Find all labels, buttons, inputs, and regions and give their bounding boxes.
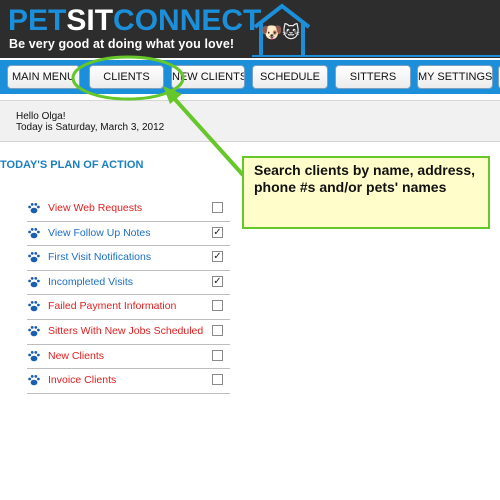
dog-cat-icon: 🐶🐱 bbox=[261, 23, 300, 42]
plan-item-checkbox[interactable]: ✓ bbox=[212, 251, 223, 263]
plan-title: TODAY'S PLAN OF ACTION bbox=[0, 159, 144, 171]
plan-item-link[interactable]: Incompleted Visits bbox=[48, 276, 133, 288]
plan-row[interactable]: New Clients bbox=[27, 345, 230, 370]
plan-item-checkbox[interactable] bbox=[212, 202, 223, 213]
paw-icon bbox=[28, 326, 40, 337]
plan-row[interactable]: View Web Requests bbox=[27, 197, 230, 222]
callout-box: Search clients by name, address, phone #… bbox=[242, 156, 490, 229]
plan-item-checkbox[interactable] bbox=[212, 325, 223, 336]
plan-item-link[interactable]: New Clients bbox=[48, 350, 104, 362]
plan-row[interactable]: Invoice Clients bbox=[27, 369, 230, 394]
plan-item-link[interactable]: View Follow Up Notes bbox=[48, 227, 151, 239]
plan-item-checkbox[interactable] bbox=[212, 374, 223, 386]
callout-text: Search clients by name, address, phone #… bbox=[254, 162, 475, 195]
tagline: Be very good at doing what you love! bbox=[9, 37, 235, 51]
logo-pet: PET bbox=[8, 4, 67, 37]
app-header: PETSITCONNECT Be very good at doing what… bbox=[0, 0, 500, 58]
paw-icon bbox=[28, 252, 40, 263]
plan-item-link[interactable]: Failed Payment Information bbox=[48, 300, 176, 312]
plan-item-checkbox[interactable] bbox=[212, 349, 223, 361]
nav-my-settings[interactable]: MY SETTINGS bbox=[417, 65, 493, 89]
nav-new-clients[interactable]: NEW CLIENTS bbox=[171, 65, 245, 89]
plan-row[interactable]: View Follow Up Notes ✓ bbox=[27, 222, 230, 247]
plan-row[interactable]: Failed Payment Information bbox=[27, 295, 230, 320]
nav-sitters[interactable]: SITTERS bbox=[335, 65, 411, 89]
logo[interactable]: PETSITCONNECT bbox=[8, 4, 261, 38]
paw-icon bbox=[28, 227, 40, 238]
paw-icon bbox=[28, 203, 40, 214]
plan-item-checkbox[interactable]: ✓ bbox=[212, 226, 223, 238]
plan-item-checkbox[interactable]: ✓ bbox=[212, 275, 223, 287]
logo-sit: SIT bbox=[66, 4, 114, 37]
greeting-hello: Hello Olga! bbox=[16, 111, 66, 122]
nav-main-menu[interactable]: MAIN MENU bbox=[7, 65, 80, 89]
greeting-date: Today is Saturday, March 3, 2012 bbox=[16, 122, 165, 133]
nav-schedule[interactable]: SCHEDULE bbox=[252, 65, 328, 89]
paw-icon bbox=[28, 375, 40, 386]
plan-item-link[interactable]: Invoice Clients bbox=[48, 374, 116, 386]
plan-item-link[interactable]: View Web Requests bbox=[48, 202, 142, 214]
plan-item-checkbox[interactable] bbox=[212, 300, 223, 312]
plan-item-link[interactable]: Sitters With New Jobs Scheduled bbox=[48, 325, 203, 337]
main-nav: MAIN MENU CLIENTS NEW CLIENTS SCHEDULE S… bbox=[0, 60, 500, 94]
header-divider bbox=[252, 55, 500, 57]
plan-item-link[interactable]: First Visit Notifications bbox=[48, 251, 151, 263]
paw-icon bbox=[28, 276, 40, 288]
plan-row[interactable]: Incompleted Visits ✓ bbox=[27, 271, 230, 296]
greeting-bar: Hello Olga! Today is Saturday, March 3, … bbox=[0, 100, 500, 142]
paw-icon bbox=[28, 301, 40, 312]
paw-icon bbox=[28, 350, 40, 361]
nav-clients[interactable]: CLIENTS bbox=[89, 65, 164, 89]
plan-row[interactable]: Sitters With New Jobs Scheduled bbox=[27, 320, 230, 345]
logo-connect: CONNECT bbox=[113, 4, 262, 37]
plan-row[interactable]: First Visit Notifications ✓ bbox=[27, 246, 230, 271]
